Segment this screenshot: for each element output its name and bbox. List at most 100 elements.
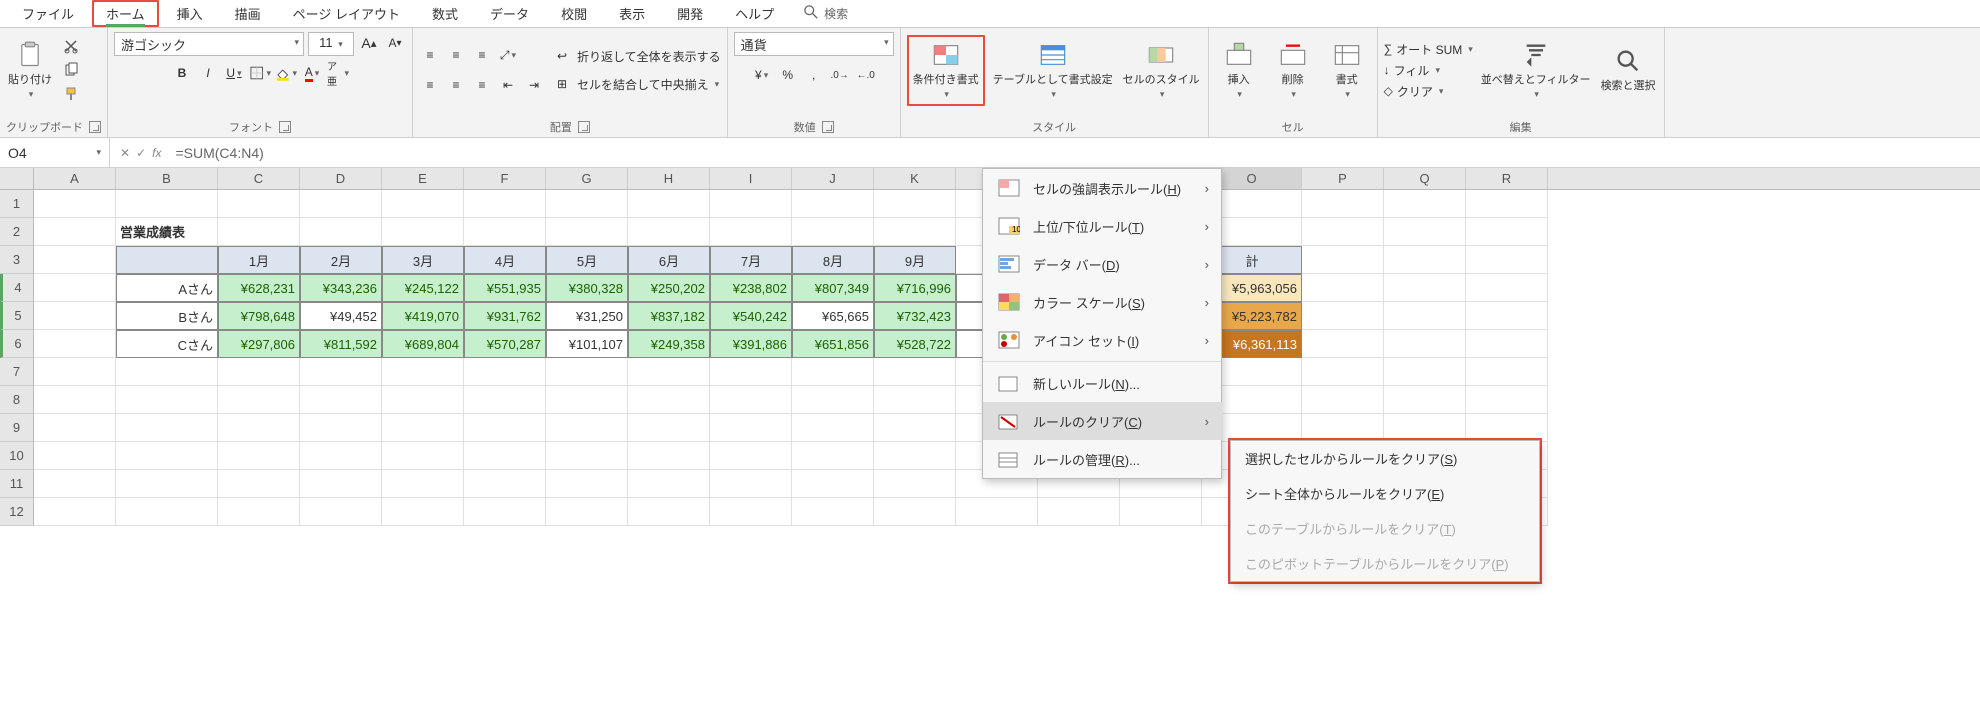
cell[interactable] [792, 190, 874, 218]
cell[interactable] [1384, 386, 1466, 414]
cell[interactable]: ¥391,886 [710, 330, 792, 358]
cell[interactable] [116, 190, 218, 218]
cell[interactable] [34, 302, 116, 330]
cell[interactable] [1384, 358, 1466, 386]
cell[interactable] [792, 218, 874, 246]
cell[interactable]: ¥31,250 [546, 302, 628, 330]
menu-item-iconset[interactable]: アイコン セット(I)› [983, 321, 1223, 359]
comma-format[interactable]: , [803, 64, 825, 86]
menu-item-highlight[interactable]: セルの強調表示ルール(H)› [983, 169, 1223, 207]
cell[interactable] [874, 218, 956, 246]
cell[interactable]: ¥245,122 [382, 274, 464, 302]
col-header-C[interactable]: C [218, 168, 300, 189]
cell[interactable]: 2月 [300, 246, 382, 274]
align-middle[interactable]: ≡ [445, 44, 467, 66]
menu-item-clearrule[interactable]: ルールのクリア(C)› [983, 402, 1223, 440]
cell[interactable] [1302, 358, 1384, 386]
tab-home[interactable]: ホーム [106, 7, 145, 27]
cell[interactable] [382, 470, 464, 498]
row-header-8[interactable]: 8 [0, 386, 34, 414]
cell[interactable] [710, 386, 792, 414]
cell[interactable] [300, 414, 382, 442]
insert-cells-button[interactable]: 挿入▾ [1215, 39, 1263, 102]
cell[interactable] [792, 470, 874, 498]
cell[interactable] [218, 218, 300, 246]
cell[interactable]: 8月 [792, 246, 874, 274]
cell[interactable] [464, 414, 546, 442]
clear-button[interactable]: ◇ クリア▾ [1384, 83, 1473, 100]
cell[interactable] [300, 442, 382, 470]
cell[interactable] [382, 358, 464, 386]
increase-indent[interactable]: ⇥ [523, 74, 545, 96]
menu-item-databar[interactable]: データ バー(D)› [983, 245, 1223, 283]
cell[interactable] [300, 358, 382, 386]
col-header-Q[interactable]: Q [1384, 168, 1466, 189]
cell[interactable] [218, 190, 300, 218]
formula-input[interactable]: =SUM(C4:N4) [171, 141, 267, 165]
cell[interactable] [874, 498, 956, 526]
name-box[interactable]: O4▾ [0, 138, 110, 167]
align-right[interactable]: ≡ [471, 74, 493, 96]
cell[interactable] [874, 358, 956, 386]
cell[interactable] [1384, 274, 1466, 302]
cell[interactable] [628, 470, 710, 498]
cell[interactable]: ¥807,349 [792, 274, 874, 302]
cell[interactable] [34, 246, 116, 274]
col-header-B[interactable]: B [116, 168, 218, 189]
fx-button[interactable]: fx [152, 146, 161, 160]
cell[interactable] [792, 358, 874, 386]
cell[interactable] [1302, 246, 1384, 274]
cell[interactable] [116, 246, 218, 274]
cell[interactable]: ¥651,856 [792, 330, 874, 358]
cell[interactable] [874, 190, 956, 218]
tab-insert[interactable]: 挿入 [163, 0, 217, 27]
cell[interactable]: ¥811,592 [300, 330, 382, 358]
cell[interactable] [792, 386, 874, 414]
cell[interactable] [1384, 246, 1466, 274]
cell[interactable]: ¥540,242 [710, 302, 792, 330]
tab-formulas[interactable]: 数式 [418, 0, 472, 27]
cell[interactable] [1466, 218, 1548, 246]
cell[interactable]: ¥628,231 [218, 274, 300, 302]
underline-button[interactable]: U▾ [223, 62, 245, 84]
cell[interactable] [300, 190, 382, 218]
cell[interactable] [116, 386, 218, 414]
cell[interactable] [218, 358, 300, 386]
cell[interactable] [1466, 302, 1548, 330]
cell[interactable] [710, 190, 792, 218]
cell[interactable] [116, 498, 218, 526]
number-format-select[interactable]: 通貨▾ [734, 32, 894, 56]
cell[interactable] [1384, 330, 1466, 358]
cell[interactable] [1038, 498, 1120, 526]
cancel-formula[interactable]: ✕ [120, 146, 130, 160]
cell[interactable] [546, 442, 628, 470]
font-name-select[interactable]: 游ゴシック▾ [114, 32, 304, 56]
cell[interactable]: ¥931,762 [464, 302, 546, 330]
submenu-item-0[interactable]: 選択したセルからルールをクリア(S) [1231, 441, 1539, 476]
italic-button[interactable]: I [197, 62, 219, 84]
tab-pagelayout[interactable]: ページ レイアウト [279, 0, 414, 27]
bold-button[interactable]: B [171, 62, 193, 84]
cell[interactable] [300, 498, 382, 526]
row-header-6[interactable]: 6 [0, 330, 34, 358]
cell[interactable]: ¥837,182 [628, 302, 710, 330]
format-painter[interactable] [60, 83, 82, 105]
tab-view[interactable]: 表示 [605, 0, 659, 27]
cell[interactable] [464, 442, 546, 470]
cell[interactable] [34, 442, 116, 470]
tab-data[interactable]: データ [476, 0, 543, 27]
cell[interactable]: ¥419,070 [382, 302, 464, 330]
cell[interactable] [1302, 386, 1384, 414]
cell[interactable] [710, 498, 792, 526]
cell[interactable] [628, 498, 710, 526]
cell[interactable] [382, 498, 464, 526]
cell[interactable] [546, 470, 628, 498]
tab-developer[interactable]: 開発 [663, 0, 717, 27]
cell[interactable] [218, 498, 300, 526]
sort-filter-button[interactable]: 並べ替えとフィルター▾ [1479, 39, 1593, 102]
col-header-K[interactable]: K [874, 168, 956, 189]
cell[interactable] [116, 442, 218, 470]
font-color[interactable]: A▾ [301, 62, 323, 84]
cell[interactable]: ¥343,236 [300, 274, 382, 302]
cell[interactable]: 営業成績表 [116, 218, 218, 246]
